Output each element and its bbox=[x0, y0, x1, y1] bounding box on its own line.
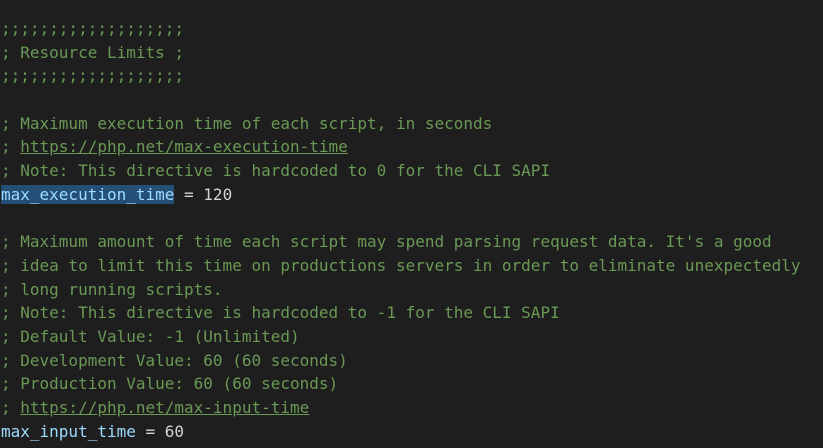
doc-link-max-input-time[interactable]: https://php.net/max-input-time bbox=[20, 398, 309, 417]
code-line: ; Default Value: -1 (Unlimited) bbox=[1, 326, 300, 346]
code-editor[interactable]: ;;;;;;;;;;;;;;;;;;; ; Resource Limits ; … bbox=[0, 0, 823, 448]
code-line: ; Development Value: 60 (60 seconds) bbox=[1, 350, 348, 370]
directive-value[interactable]: 60 bbox=[165, 422, 184, 441]
code-line: ; Resource Limits ; bbox=[1, 42, 185, 62]
comment-prefix: ; bbox=[1, 137, 21, 157]
assign-operator: = bbox=[174, 184, 204, 204]
code-line: ; Production Value: 60 (60 seconds) bbox=[1, 374, 339, 394]
directive-key-max-input-time[interactable]: max_input_time bbox=[1, 422, 136, 441]
directive-line: max_input_time = 60 bbox=[0, 420, 823, 444]
code-line: ; Note: This directive is hardcoded to 0… bbox=[1, 161, 551, 181]
comment-prefix: ; bbox=[1, 398, 21, 417]
code-line: ; Maximum amount of time each script may… bbox=[1, 232, 772, 252]
directive-line: max_execution_time = 120 bbox=[0, 183, 823, 207]
code-line: ; idea to limit this time on productions… bbox=[1, 255, 801, 275]
code-line: ; https://php.net/max-input-time bbox=[0, 396, 823, 420]
directive-key-max-execution-time[interactable]: max_execution_time bbox=[1, 184, 175, 204]
code-line: ;;;;;;;;;;;;;;;;;;; bbox=[1, 19, 185, 38]
assign-operator: = bbox=[135, 421, 165, 441]
code-line: ; https://php.net/max-execution-time bbox=[0, 135, 823, 159]
code-line: ;;;;;;;;;;;;;;;;;;; bbox=[1, 66, 185, 86]
code-line: ; long running scripts. bbox=[1, 279, 223, 299]
doc-link-max-execution-time[interactable]: https://php.net/max-execution-time bbox=[20, 137, 348, 156]
code-line: ; Maximum execution time of each script,… bbox=[1, 113, 493, 133]
directive-value[interactable]: 120 bbox=[203, 185, 232, 204]
code-line: ; Note: This directive is hardcoded to -… bbox=[1, 303, 560, 323]
